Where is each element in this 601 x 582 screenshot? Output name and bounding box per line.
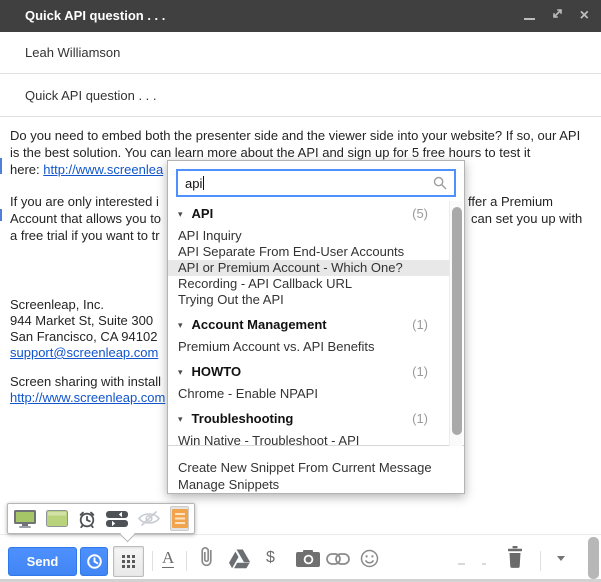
- snippet-item[interactable]: API Inquiry: [168, 228, 449, 244]
- body-line[interactable]: ffer a Premium: [468, 194, 553, 209]
- attach-file-icon[interactable]: [199, 545, 214, 569]
- send-button[interactable]: Send: [8, 547, 77, 576]
- discard-draft-icon[interactable]: [506, 546, 524, 568]
- body-line[interactable]: a free trial if you want to tr: [10, 228, 160, 243]
- chevron-down-icon: ▾: [178, 209, 183, 219]
- snippet-group-header[interactable]: ▾ HOWTO (1): [168, 364, 464, 380]
- text-cursor: [203, 176, 205, 190]
- snippet-item[interactable]: Trying Out the API: [168, 292, 449, 308]
- dropdown-scrollbar-thumb[interactable]: [452, 207, 462, 435]
- compose-title: Quick API question . . .: [25, 8, 166, 23]
- toolbar-divider: [186, 551, 187, 571]
- window-controls: ×: [523, 0, 589, 32]
- grid-icon: [122, 555, 135, 568]
- formatting-options-icon[interactable]: A: [162, 548, 175, 568]
- insert-link-icon[interactable]: [326, 553, 350, 565]
- signature-email-link[interactable]: support@screenleap.com: [10, 345, 158, 360]
- disabled-mark: [482, 563, 486, 565]
- insert-drive-icon[interactable]: [228, 548, 251, 569]
- group-count: (5): [412, 206, 428, 221]
- snippet-search-input[interactable]: api: [176, 169, 456, 197]
- clock-icon: [86, 554, 102, 569]
- snippet-group-header[interactable]: ▾ Account Management (1): [168, 317, 464, 333]
- snippet-item[interactable]: Win Native - Troubleshoot - API: [168, 433, 449, 445]
- disabled-mark: [458, 563, 465, 565]
- minimize-icon[interactable]: [523, 18, 535, 20]
- snippet-group-header[interactable]: ▾ API (5): [168, 206, 464, 222]
- create-snippet-action[interactable]: Create New Snippet From Current Message: [168, 459, 464, 476]
- snippet-item[interactable]: Premium Account vs. API Benefits: [168, 339, 449, 355]
- body-line[interactable]: is the best solution. You can learn more…: [10, 145, 530, 160]
- snippet-picker-panel: api ▾ API (5) API Inquiry API Separate Fr…: [167, 160, 465, 494]
- share-screen-icon[interactable]: [13, 509, 37, 528]
- close-icon[interactable]: ×: [580, 8, 589, 24]
- snippet-item[interactable]: Chrome - Enable NPAPI: [168, 386, 449, 402]
- snippet-item-selected[interactable]: API or Premium Account - Which One?: [168, 260, 449, 276]
- signature-line: 944 Market St, Suite 300: [10, 313, 154, 328]
- chevron-down-icon: ▾: [178, 367, 183, 377]
- popout-icon[interactable]: [551, 7, 564, 25]
- toolbar-divider: [540, 551, 541, 571]
- snippet-item[interactable]: Recording - API Callback URL: [168, 276, 449, 292]
- recipient-field[interactable]: Leah Williamson: [0, 32, 601, 74]
- manage-snippets-action[interactable]: Manage Snippets: [168, 476, 464, 493]
- edge-artifact: [0, 158, 2, 174]
- signature-line: San Francisco, CA 94102: [10, 329, 158, 344]
- snippet-picker-footer: Create New Snippet From Current Message …: [168, 447, 464, 493]
- compose-titlebar: Quick API question . . . ×: [0, 0, 601, 32]
- schedule-send-button[interactable]: [80, 547, 108, 576]
- toolbar-divider: [152, 551, 153, 571]
- body-line[interactable]: can set you up with: [471, 211, 582, 226]
- body-link[interactable]: http://www.screenlea: [43, 162, 163, 177]
- signature-url-link[interactable]: http://www.screenleap.com: [10, 390, 165, 405]
- insert-emoji-icon[interactable]: [360, 549, 379, 568]
- search-query-text: api: [185, 175, 203, 191]
- body-line[interactable]: If you are only interested i: [10, 194, 159, 209]
- chevron-down-icon: ▾: [178, 414, 183, 424]
- signature-tagline: Screen sharing with install: [10, 374, 162, 389]
- more-options-icon[interactable]: [557, 556, 565, 561]
- hide-viewer-icon[interactable]: [137, 510, 161, 527]
- snippets-icon-selected[interactable]: [170, 506, 189, 531]
- group-count: (1): [412, 411, 428, 426]
- snippet-list: ▾ API (5) API Inquiry API Separate From E…: [168, 201, 464, 446]
- swap-presenter-icon[interactable]: [106, 510, 128, 527]
- snippet-item[interactable]: API Separate From End-User Accounts: [168, 244, 449, 260]
- window-scrollbar-thumb[interactable]: [588, 537, 599, 579]
- edge-artifact: [0, 209, 2, 221]
- subject-field[interactable]: Quick API question . . .: [0, 74, 601, 117]
- body-line[interactable]: here: http://www.screenlea: [10, 162, 163, 177]
- insert-photo-icon[interactable]: [296, 550, 320, 567]
- snippets-grid-button[interactable]: [113, 546, 144, 577]
- snippet-group-header[interactable]: ▾ Troubleshooting (1): [168, 411, 464, 427]
- compose-toolbar: Send A $: [0, 534, 601, 582]
- signature-line: Screenleap, Inc.: [10, 297, 104, 312]
- share-window-icon[interactable]: [46, 510, 68, 527]
- extension-toolbar-popup: [7, 503, 195, 534]
- timer-icon[interactable]: [77, 509, 97, 529]
- group-count: (1): [412, 317, 428, 332]
- subject-text: Quick API question . . .: [25, 88, 157, 103]
- body-line[interactable]: Do you need to embed both the presenter …: [10, 128, 580, 143]
- body-line[interactable]: Account that allows you to: [10, 211, 161, 226]
- search-icon: [433, 176, 447, 193]
- recipient-name: Leah Williamson: [25, 45, 121, 60]
- chevron-down-icon: ▾: [178, 320, 183, 330]
- compose-window: Quick API question . . . × Leah Williams…: [0, 0, 601, 582]
- request-money-icon[interactable]: $: [266, 549, 275, 567]
- dropdown-scrollbar[interactable]: [449, 201, 462, 446]
- group-count: (1): [412, 364, 428, 379]
